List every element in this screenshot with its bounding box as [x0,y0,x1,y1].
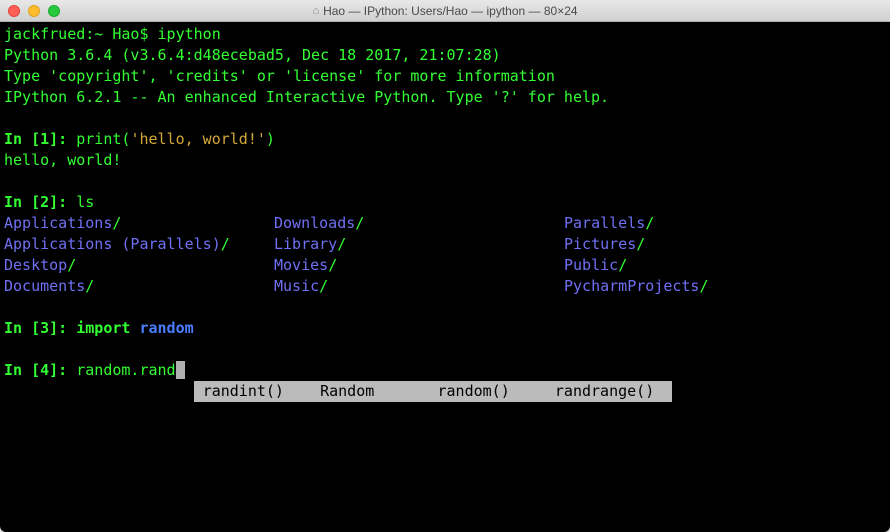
titlebar[interactable]: ⌂ Hao — IPython: Users/Hao — ipython — 8… [0,0,890,22]
maximize-icon[interactable] [48,5,60,17]
completion-item-2[interactable]: Random [320,382,374,400]
banner-line3: IPython 6.2.1 -- An enhanced Interactive… [4,88,609,106]
completion-item-4[interactable]: randrange() [555,382,654,400]
minimize-icon[interactable] [28,5,40,17]
ls-row-4: Documents/Music/PycharmProjects/ [4,276,890,297]
cursor-icon [176,361,185,379]
cell1-fn: print [76,130,121,148]
cell3-module: random [139,319,193,337]
window-title-text: Hao — IPython: Users/Hao — ipython — 80×… [323,4,577,18]
in-prompt-3: In [3]: [4,319,76,337]
in-prompt-4: In [4]: [4,361,76,379]
cell3-import: import [76,319,130,337]
shell-command: ipython [158,25,221,43]
banner-line1: Python 3.6.4 (v3.6.4:d48ecebad5, Dec 18 … [4,46,501,64]
ls-row-2: Applications (Parallels)/Library/Picture… [4,234,890,255]
completion-popup[interactable]: randint() Random random() randrange() [194,381,673,402]
home-icon: ⌂ [312,5,319,17]
cell1-string: 'hello, world!' [130,130,265,148]
in-prompt-2: In [2]: [4,193,76,211]
ls-row-3: Desktop/Movies/Public/ [4,255,890,276]
terminal-content[interactable]: jackfrued:~ Hao$ ipython Python 3.6.4 (v… [0,22,890,532]
completion-item-3[interactable]: random() [438,382,510,400]
in-prompt-1: In [1]: [4,130,76,148]
completion-item-1[interactable]: randint() [203,382,284,400]
cell1-output: hello, world! [4,151,121,169]
cell2-code: ls [76,193,94,211]
cell4-partial: random.rand [76,361,175,379]
shell-prompt: jackfrued:~ Hao$ [4,25,149,43]
ls-row-1: Applications/Downloads/Parallels/ [4,213,890,234]
banner-line2: Type 'copyright', 'credits' or 'license'… [4,67,555,85]
traffic-lights [8,5,60,17]
terminal-window: ⌂ Hao — IPython: Users/Hao — ipython — 8… [0,0,890,532]
close-icon[interactable] [8,5,20,17]
window-title: ⌂ Hao — IPython: Users/Hao — ipython — 8… [8,4,882,18]
